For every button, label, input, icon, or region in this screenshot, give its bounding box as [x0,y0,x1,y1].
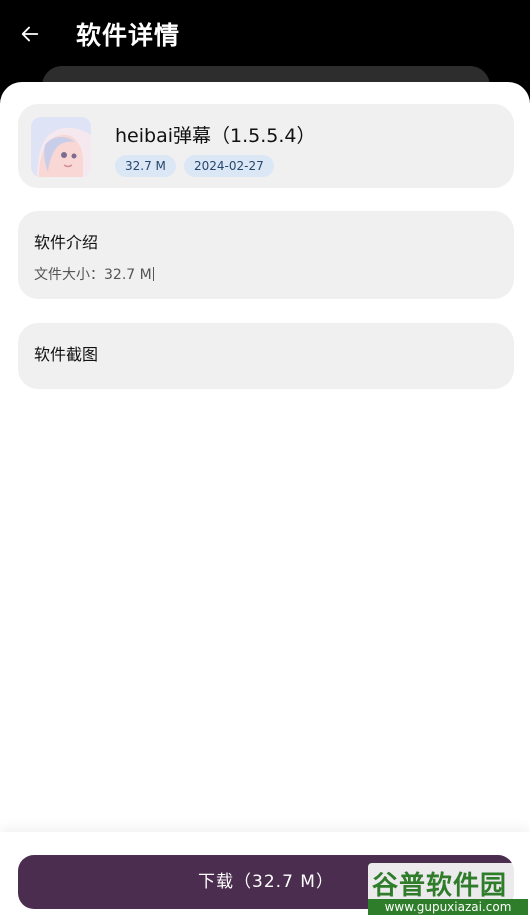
app-icon [31,117,91,177]
date-badge: 2024-02-27 [184,155,274,177]
watermark-url: www.gupuxiazai.com [368,899,528,915]
app-info-card: heibai弹幕（1.5.5.4） 32.7 M 2024-02-27 [18,104,514,188]
details-sheet: heibai弹幕（1.5.5.4） 32.7 M 2024-02-27 软件介绍… [0,82,530,920]
software-screenshots-card: 软件截图 [18,323,514,389]
intro-title: 软件介绍 [34,233,99,252]
page-title: 软件详情 [76,21,181,50]
screenshots-title: 软件截图 [34,345,99,364]
intro-text: 文件大小：32.7 M [34,267,152,283]
watermark-brand: 谷普软件园 [372,871,508,901]
text-cursor [152,267,154,281]
app-name-version: heibai弹幕（1.5.5.4） [115,125,316,147]
back-button[interactable] [14,18,46,50]
site-watermark: 谷普软件园 www.gupuxiazai.com [368,863,528,917]
arrow-left-icon [21,26,39,42]
intro-text-wrapper: 文件大小：32.7 M [34,264,154,284]
size-badge: 32.7 M [115,155,176,177]
software-intro-card: 软件介绍 文件大小：32.7 M [18,211,514,299]
